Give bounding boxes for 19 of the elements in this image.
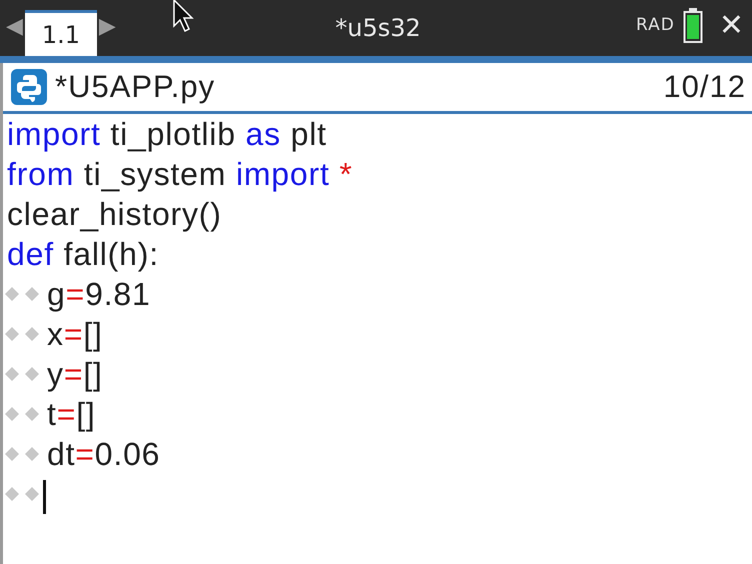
document-title: *u5s32 bbox=[335, 13, 421, 44]
code-line: import ti_plotlib as plt bbox=[6, 115, 327, 154]
battery-icon bbox=[682, 8, 703, 44]
angle-mode-label: RAD bbox=[636, 14, 675, 38]
code-line: g=9.81 bbox=[46, 275, 151, 314]
file-name: *U5APP.py bbox=[55, 68, 216, 106]
code-line: x=[] bbox=[46, 315, 103, 354]
previous-tab-button[interactable]: ◀ bbox=[4, 16, 25, 38]
code-line: y=[] bbox=[46, 355, 103, 394]
code-line: from ti_system import * bbox=[6, 155, 353, 194]
code-line: def fall(h): bbox=[6, 235, 159, 274]
page-tab[interactable]: 1.1 bbox=[24, 10, 97, 56]
code-line: dt=0.06 bbox=[46, 435, 160, 474]
line-position: 10/12 bbox=[663, 68, 746, 106]
next-tab-button[interactable]: ▶ bbox=[96, 16, 118, 38]
code-line: t=[] bbox=[46, 395, 96, 434]
close-button[interactable]: ✕ bbox=[718, 11, 744, 41]
python-file-icon bbox=[11, 69, 47, 105]
code-line: clear_history() bbox=[6, 195, 222, 234]
